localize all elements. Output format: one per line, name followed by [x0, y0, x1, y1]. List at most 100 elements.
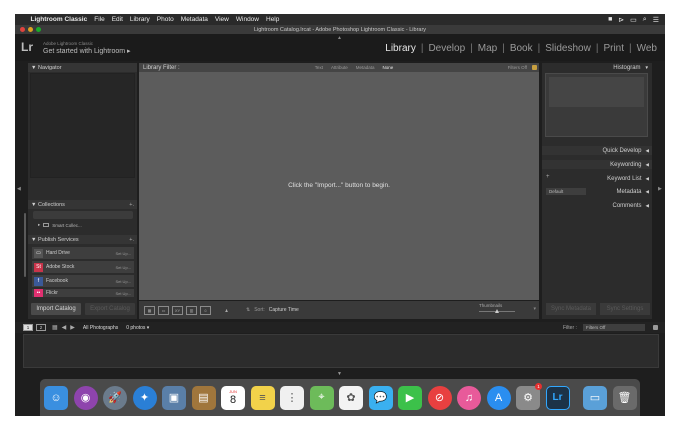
module-book[interactable]: Book	[508, 43, 535, 54]
secondary-window-button[interactable]: 2	[36, 324, 46, 331]
status-cast-icon[interactable]: ⊳	[618, 16, 624, 24]
collections-header[interactable]: ▼ Collections +.	[28, 200, 137, 209]
filmstrip-source[interactable]: All Photographs	[83, 325, 118, 331]
forward-arrow-icon[interactable]: ▶	[70, 324, 75, 331]
collapse-right-panel-icon[interactable]: ▶	[658, 186, 662, 192]
spotlight-search-icon[interactable]: ⌕	[643, 16, 647, 24]
preview-icon[interactable]: ▣	[162, 385, 186, 410]
people-view-icon[interactable]: ☺	[200, 305, 211, 315]
status-display-icon[interactable]: ▭	[630, 16, 637, 24]
module-library[interactable]: Library	[383, 43, 418, 54]
primary-window-button[interactable]: 1	[23, 324, 33, 331]
grid-mode-icon[interactable]: ▦	[52, 324, 58, 331]
system-preferences-icon[interactable]: ⚙ 1	[516, 382, 542, 410]
back-arrow-icon[interactable]: ◀	[62, 324, 67, 331]
collections-filter-input[interactable]	[33, 211, 133, 219]
itunes-icon[interactable]: ♫	[457, 385, 481, 410]
filter-preset-select[interactable]: Filters Off	[508, 65, 527, 70]
filter-tab-text[interactable]: Text	[315, 65, 323, 70]
import-catalog-button[interactable]: Import Catalog	[31, 303, 81, 315]
minimize-window-button[interactable]	[28, 27, 33, 32]
menu-file[interactable]: File	[91, 16, 108, 23]
close-window-button[interactable]	[20, 27, 25, 32]
collapse-top-panel-icon[interactable]: ▲	[337, 35, 342, 41]
survey-view-icon[interactable]: ▥	[186, 305, 197, 315]
setup-link[interactable]: Set Up...	[115, 279, 131, 284]
filter-tab-none[interactable]: None	[382, 65, 393, 70]
sort-order-select[interactable]: Capture Time	[269, 307, 299, 313]
compare-view-icon[interactable]: XY	[172, 305, 183, 315]
spray-can-icon[interactable]: ♟	[221, 306, 232, 315]
finder-icon[interactable]: ☺	[44, 385, 68, 410]
sync-settings-button[interactable]: Sync Settings	[600, 303, 650, 315]
module-develop[interactable]: Develop	[426, 43, 467, 54]
toolbar-content-menu-icon[interactable]: ▾	[533, 306, 536, 312]
status-chat-icon[interactable]: ■	[608, 16, 612, 24]
filmstrip-filter-lock-icon[interactable]	[653, 325, 658, 330]
menu-library[interactable]: Library	[126, 16, 153, 23]
keyword-list-header[interactable]: Keyword List ◀	[542, 174, 652, 183]
menu-photo[interactable]: Photo	[153, 16, 177, 23]
facetime-icon[interactable]: ▶	[398, 385, 422, 410]
module-map[interactable]: Map	[476, 43, 499, 54]
filmstrip[interactable]	[23, 334, 659, 368]
filter-tab-attribute[interactable]: Attribute	[331, 65, 348, 70]
filter-lock-icon[interactable]	[532, 65, 537, 70]
menu-help[interactable]: Help	[263, 16, 283, 23]
module-slideshow[interactable]: Slideshow	[543, 43, 593, 54]
setup-link[interactable]: Set Up...	[115, 265, 131, 270]
publish-item-flickr[interactable]: •• Flickr Set Up...	[32, 289, 134, 297]
app-store-icon[interactable]: A	[486, 385, 511, 410]
launchpad-icon[interactable]: 🚀	[103, 385, 127, 410]
lightroom-icon[interactable]: Lr	[545, 385, 570, 410]
photo-count[interactable]: 0 photos ▾	[126, 325, 149, 331]
comments-header[interactable]: Comments ◀	[542, 201, 652, 210]
smart-collections-row[interactable]: ▸ Smart Collec...	[38, 222, 82, 228]
reminders-icon[interactable]: ⋮	[280, 385, 304, 410]
messages-icon[interactable]: 💬	[368, 385, 393, 410]
filter-tab-metadata[interactable]: Metadata	[356, 65, 375, 70]
collapse-filmstrip-icon[interactable]: ▼	[337, 371, 342, 377]
setup-link[interactable]: Set Up...	[115, 291, 131, 296]
zoom-window-button[interactable]	[36, 27, 41, 32]
module-web[interactable]: Web	[635, 43, 659, 54]
get-started-link[interactable]: Get started with Lightroom ▸	[43, 47, 131, 55]
photos-icon[interactable]: ✿	[339, 385, 363, 410]
safari-icon[interactable]: ✦	[132, 385, 157, 410]
menu-metadata[interactable]: Metadata	[177, 16, 211, 23]
publish-services-header[interactable]: ▼ Publish Services +.	[28, 235, 137, 244]
module-print[interactable]: Print	[601, 43, 626, 54]
publish-item-hard-drive[interactable]: ▭ Hard Drive Set Up...	[32, 247, 134, 259]
sort-direction-icon[interactable]: ⇅	[246, 307, 250, 313]
menu-lightroom[interactable]: Lightroom Classic	[27, 16, 91, 23]
downloads-folder-icon[interactable]: ▭	[583, 385, 607, 410]
metadata-header[interactable]: Metadata ◀	[542, 187, 652, 196]
news-icon[interactable]: ⊘	[427, 385, 452, 410]
publish-item-adobe-stock[interactable]: St Adobe Stock Set Up...	[32, 261, 134, 273]
maps-icon[interactable]: ⌖	[309, 385, 334, 410]
menu-edit[interactable]: Edit	[108, 16, 126, 23]
quick-develop-header[interactable]: Quick Develop ◀	[542, 146, 652, 155]
publish-item-facebook[interactable]: f Facebook Set Up...	[32, 275, 134, 287]
keywording-header[interactable]: Keywording ◀	[542, 160, 652, 169]
notes-icon[interactable]: ≡	[250, 385, 275, 410]
filmstrip-filter-select[interactable]: Filters Off	[583, 324, 645, 331]
menu-view[interactable]: View	[211, 16, 232, 23]
navigator-preview[interactable]	[30, 73, 135, 178]
sync-metadata-button[interactable]: Sync Metadata	[546, 303, 596, 315]
histogram-header[interactable]: Histogram ▼	[542, 63, 652, 72]
calendar-icon[interactable]: JUN 8	[221, 385, 245, 410]
grid-view-icon[interactable]: ▦	[144, 305, 155, 315]
contacts-icon[interactable]: ▤	[191, 385, 216, 410]
setup-link[interactable]: Set Up...	[115, 251, 131, 256]
thumbnail-slider-handle[interactable]	[495, 309, 499, 313]
menu-window[interactable]: Window	[232, 16, 262, 23]
add-collection-icon[interactable]: +.	[129, 202, 134, 208]
left-panel-scrollbar[interactable]	[24, 213, 26, 277]
export-catalog-button[interactable]: Export Catalog	[85, 303, 135, 315]
navigator-header[interactable]: ▼ Navigator	[28, 63, 137, 72]
add-publish-service-icon[interactable]: +.	[129, 237, 134, 243]
trash-icon[interactable]: 🗑	[612, 385, 637, 410]
notification-center-icon[interactable]: ☰	[653, 16, 659, 24]
loupe-view-icon[interactable]: ▭	[158, 305, 169, 315]
